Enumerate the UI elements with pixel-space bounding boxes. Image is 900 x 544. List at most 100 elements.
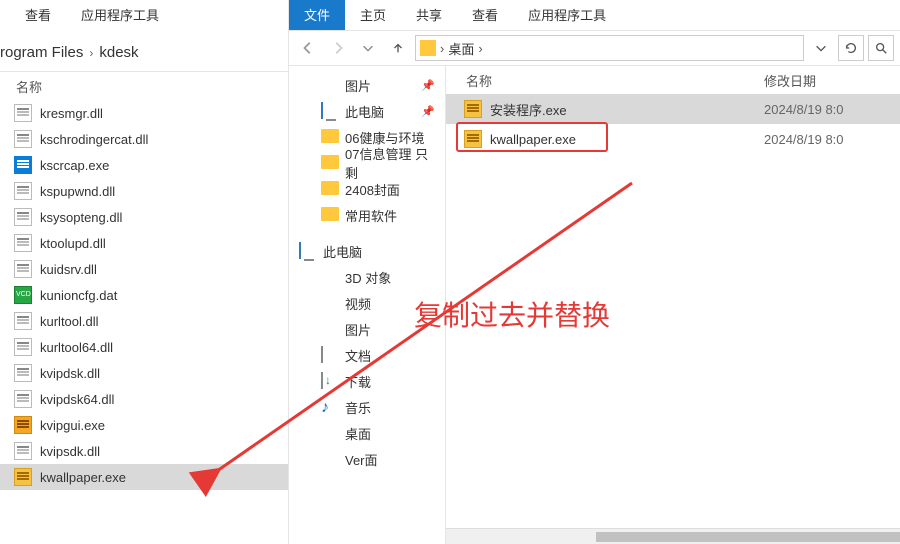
file-item[interactable]: ktoolupd.dll bbox=[0, 230, 288, 256]
file-item[interactable]: kresmgr.dll bbox=[0, 100, 288, 126]
address-dropdown[interactable] bbox=[808, 35, 834, 61]
right-column-headers: 名称 修改日期 bbox=[446, 66, 900, 94]
tree-item-label: 图片 bbox=[345, 320, 371, 339]
tree-item[interactable]: 桌面 bbox=[293, 420, 441, 446]
tab-share[interactable]: 共享 bbox=[401, 0, 457, 30]
file-name: kschrodingercat.dll bbox=[40, 132, 148, 147]
file-name: kunioncfg.dat bbox=[40, 288, 117, 303]
file-item[interactable]: kscrcap.exe bbox=[0, 152, 288, 178]
tree-item-label: 此电脑 bbox=[323, 242, 362, 261]
file-icon bbox=[14, 182, 32, 200]
col-header-name-right[interactable]: 名称 bbox=[446, 71, 764, 90]
video-icon bbox=[321, 295, 339, 311]
file-name: 安装程序.exe bbox=[490, 100, 567, 119]
nav-up-button[interactable] bbox=[385, 35, 411, 61]
file-item[interactable]: kurltool64.dll bbox=[0, 334, 288, 360]
breadcrumb-seg-1[interactable]: rogram Files bbox=[0, 44, 83, 61]
tab-file[interactable]: 文件 bbox=[289, 0, 345, 30]
nav-forward-button[interactable] bbox=[325, 35, 351, 61]
music-icon: ♪ bbox=[321, 399, 339, 415]
folder-icon bbox=[420, 40, 436, 56]
file-item[interactable]: kvipgui.exe bbox=[0, 412, 288, 438]
docs-icon bbox=[321, 347, 339, 363]
tree-item-label: 07信息管理 只剩 bbox=[345, 144, 441, 182]
tree-item-label: 音乐 bbox=[345, 398, 371, 417]
tree-item[interactable]: 视频 bbox=[293, 290, 441, 316]
tree-item[interactable]: 图片 📌 bbox=[293, 72, 441, 98]
file-name: kvipgui.exe bbox=[40, 418, 105, 433]
file-name: kvipsdk.dll bbox=[40, 444, 100, 459]
tree-item-label: Ver面 bbox=[345, 450, 378, 469]
scroll-thumb[interactable] bbox=[596, 532, 900, 542]
nav-back-button[interactable] bbox=[295, 35, 321, 61]
tab-view-right[interactable]: 查看 bbox=[457, 0, 513, 30]
folder-icon bbox=[321, 207, 339, 223]
tree-item[interactable]: 图片 bbox=[293, 316, 441, 342]
file-item[interactable]: kwallpaper.exe bbox=[0, 464, 288, 490]
file-icon bbox=[14, 156, 32, 174]
file-item[interactable]: kurltool.dll bbox=[0, 308, 288, 334]
file-name: kurltool.dll bbox=[40, 314, 99, 329]
file-name: kvipdsk.dll bbox=[40, 366, 100, 381]
file-icon bbox=[14, 104, 32, 122]
tree-item[interactable]: 下载 bbox=[293, 368, 441, 394]
tab-app-tools-right[interactable]: 应用程序工具 bbox=[513, 0, 621, 30]
tree-item[interactable]: ♪ 音乐 bbox=[293, 394, 441, 420]
tree-item-label: 图片 bbox=[345, 76, 371, 95]
file-item[interactable]: ksysopteng.dll bbox=[0, 204, 288, 230]
refresh-button[interactable] bbox=[838, 35, 864, 61]
file-item[interactable]: kspupwnd.dll bbox=[0, 178, 288, 204]
file-icon bbox=[14, 234, 32, 252]
search-button[interactable] bbox=[868, 35, 894, 61]
file-item[interactable]: kuidsrv.dll bbox=[0, 256, 288, 282]
tree-item[interactable]: Ver面 bbox=[293, 446, 441, 472]
folder-icon bbox=[321, 155, 339, 171]
horizontal-scrollbar[interactable] bbox=[446, 528, 900, 544]
tree-item[interactable]: 常用软件 bbox=[293, 202, 441, 228]
pin-icon: 📌 bbox=[421, 79, 435, 92]
pictures-icon bbox=[321, 77, 339, 93]
file-icon bbox=[14, 338, 32, 356]
tree-item[interactable]: 07信息管理 只剩 bbox=[293, 150, 441, 176]
file-icon bbox=[14, 416, 32, 434]
tree-item[interactable]: 此电脑📌 bbox=[293, 98, 441, 124]
file-item[interactable]: kvipsdk.dll bbox=[0, 438, 288, 464]
nav-recent-dropdown[interactable] bbox=[355, 35, 381, 61]
file-item[interactable]: kvipdsk.dll bbox=[0, 360, 288, 386]
file-name: kwallpaper.exe bbox=[490, 132, 576, 147]
file-name: ksysopteng.dll bbox=[40, 210, 122, 225]
nav-tree: 图片📌此电脑📌06健康与环境07信息管理 只剩2408封面常用软件此电脑3D 对… bbox=[289, 66, 446, 544]
tree-item[interactable]: 3D 对象 bbox=[293, 264, 441, 290]
file-name: ktoolupd.dll bbox=[40, 236, 106, 251]
file-icon bbox=[14, 312, 32, 330]
right-explorer-window: 文件 主页 共享 查看 应用程序工具 › 桌面 › 图片 bbox=[289, 0, 900, 544]
left-breadcrumb[interactable]: rogram Files › kdesk bbox=[0, 30, 288, 72]
col-header-date[interactable]: 修改日期 bbox=[764, 71, 816, 90]
tab-home[interactable]: 主页 bbox=[345, 0, 401, 30]
pictures-icon bbox=[321, 321, 339, 337]
address-box[interactable]: › 桌面 › bbox=[415, 35, 804, 61]
tab-app-tools-left[interactable]: 应用程序工具 bbox=[66, 0, 174, 30]
file-icon bbox=[464, 100, 482, 118]
tab-view-left[interactable]: 查看 bbox=[10, 0, 66, 30]
file-item[interactable]: kwallpaper.exe 2024/8/19 8:0 bbox=[446, 124, 900, 154]
left-ribbon-tabs: 查看 应用程序工具 bbox=[0, 0, 288, 30]
file-icon bbox=[14, 286, 32, 304]
right-ribbon-tabs: 文件 主页 共享 查看 应用程序工具 bbox=[289, 0, 900, 30]
breadcrumb-seg-2[interactable]: kdesk bbox=[99, 44, 138, 61]
file-item[interactable]: kschrodingercat.dll bbox=[0, 126, 288, 152]
dl-icon bbox=[321, 373, 339, 389]
file-item[interactable]: kunioncfg.dat bbox=[0, 282, 288, 308]
file-item[interactable]: kvipdsk64.dll bbox=[0, 386, 288, 412]
file-name: kuidsrv.dll bbox=[40, 262, 97, 277]
tree-section-this-pc[interactable]: 此电脑 bbox=[293, 238, 441, 264]
threed-icon bbox=[321, 269, 339, 285]
file-icon bbox=[14, 468, 32, 486]
col-header-name[interactable]: 名称 bbox=[0, 77, 42, 96]
file-name: kresmgr.dll bbox=[40, 106, 103, 121]
tree-item[interactable]: 文档 bbox=[293, 342, 441, 368]
file-item[interactable]: 安装程序.exe2024/8/19 8:0 bbox=[446, 94, 900, 124]
breadcrumb-desktop[interactable]: 桌面 bbox=[448, 39, 474, 58]
file-name: kspupwnd.dll bbox=[40, 184, 115, 199]
file-date: 2024/8/19 8:0 bbox=[764, 132, 844, 147]
